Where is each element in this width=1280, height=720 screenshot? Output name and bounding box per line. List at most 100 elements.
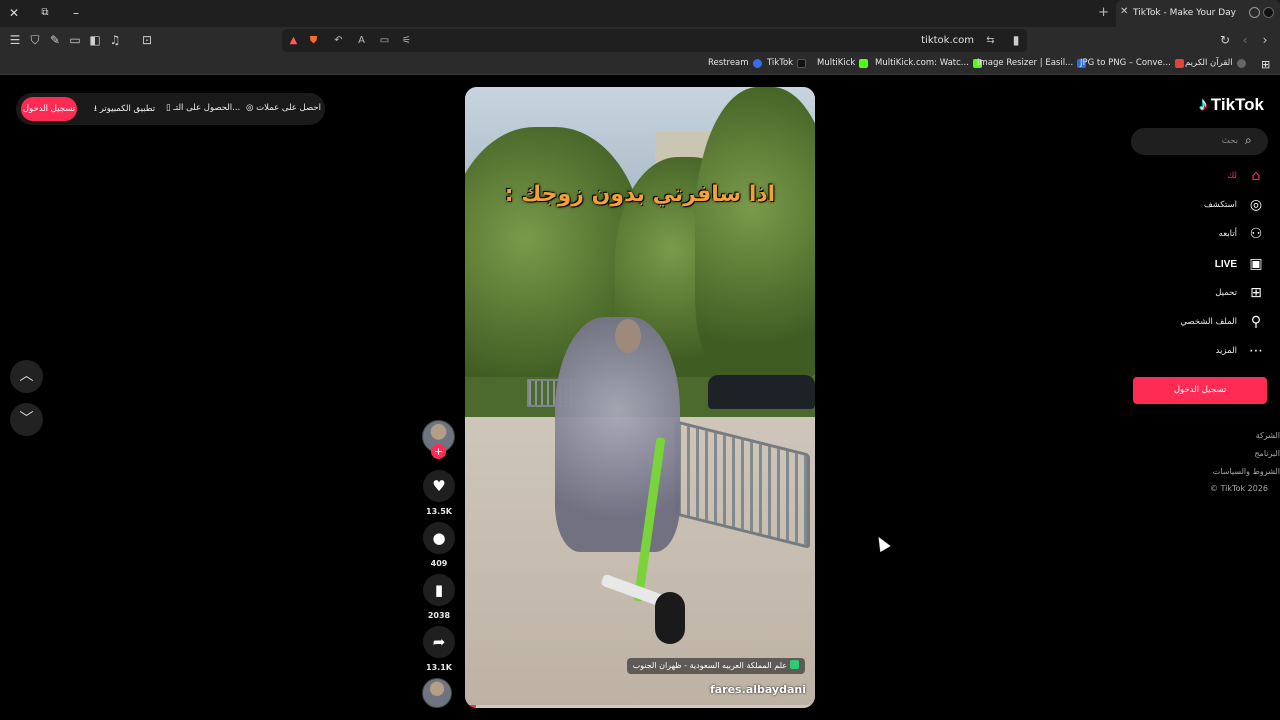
back-icon[interactable]: ‹ [1238, 33, 1252, 47]
location-icon [790, 660, 799, 669]
window-restore-icon[interactable]: ⧉ [35, 4, 55, 22]
tab-close-icon[interactable]: ✕ [1120, 6, 1128, 17]
compass-icon: ◎ [1249, 197, 1263, 213]
jpg-png-icon [1174, 58, 1184, 68]
save-button[interactable]: ▮ [423, 574, 455, 606]
search-placeholder: بحث [1221, 136, 1238, 146]
desktop-app-link[interactable]: ⭳ تطبيق الكمبيوتر [94, 103, 155, 117]
brave-shield-icon[interactable]: ⛊ [307, 34, 320, 47]
video-progress-bar[interactable] [465, 705, 815, 708]
video-scene-face [615, 319, 641, 353]
get-coins-link[interactable]: ◎ احصل على عملات [246, 103, 321, 113]
sidebar-item-following[interactable]: أتابعه ⚇ [1219, 224, 1264, 244]
comment-button[interactable]: ● [423, 522, 455, 554]
like-count: 13.5K [426, 507, 452, 516]
address-bar[interactable]: ▲ ⛊ ↶ A ▭ ⚟ tiktok.com ⇆ [282, 29, 1027, 52]
new-tab-button[interactable]: + [1098, 5, 1109, 20]
heart-icon: ♥ [432, 477, 446, 495]
forward-icon[interactable]: › [1258, 33, 1272, 47]
tiktok-favicon-icon [1263, 7, 1274, 18]
extension-icon[interactable]: ↶ [332, 34, 345, 47]
tab-title: TikTok - Make Your Day [1133, 8, 1237, 18]
tabs-icon[interactable]: ▭ [68, 33, 82, 47]
extensions-icon[interactable]: ✎ [48, 33, 62, 47]
search-input[interactable]: بحث ⌕ [1131, 128, 1268, 155]
coin-icon: ◎ [246, 103, 257, 113]
bookmark-multikick[interactable]: MultiKick [817, 58, 869, 68]
chevron-up-icon: ︿ [19, 368, 34, 384]
sound-disc-avatar[interactable] [422, 678, 452, 708]
get-app-link[interactable]: ▯ الحصول على التـ... [166, 103, 240, 113]
save-count: 2038 [427, 611, 451, 620]
brave-rewards-icon[interactable]: ▲ [287, 34, 300, 47]
browser-toolbar: ☰ ⛉ ✎ ▭ ◧ ♫ ⊡ ▲ ⛊ ↶ A ▭ ⚟ tiktok.com ⇆ ▮… [0, 27, 1280, 54]
sidebar-item-profile[interactable]: الملف الشخصي ⚲ [1180, 312, 1264, 332]
bookmark-icon[interactable]: ▮ [1009, 33, 1023, 47]
bookmark-label: TikTok [767, 58, 794, 68]
bookmark-restream[interactable]: Restream [708, 58, 762, 68]
share-arrow-icon: ➦ [432, 633, 446, 651]
bookmarks-bar: Restream TikTok MultiKick MultiKick.com:… [0, 54, 1280, 75]
shield-icon[interactable]: ⛉ [28, 33, 42, 47]
window-close-icon[interactable]: ✕ [4, 4, 24, 22]
share-button[interactable]: ➦ [423, 626, 455, 658]
sidebar-item-label: استكشف [1203, 200, 1237, 210]
get-coins-label: احصل على عملات [256, 103, 321, 113]
browser-titlebar: ✕ ⧉ – + ✕ TikTok - Make Your Day [0, 0, 1280, 27]
tool-icon[interactable]: ⚟ [400, 34, 413, 47]
sidebar-item-label: LIVE [1214, 258, 1237, 270]
bookmark-image-resizer[interactable]: Image Resizer | Easil... [977, 58, 1087, 68]
bookmark-tiktok[interactable]: TikTok [767, 58, 807, 68]
previous-video-button[interactable]: ︿ [10, 360, 43, 393]
cast-icon[interactable]: ▭ [378, 34, 391, 47]
sidebar-item-explore[interactable]: استكشف ◎ [1204, 195, 1264, 215]
sidebar-item-live[interactable]: LIVE ▣ [1215, 254, 1264, 274]
sidebar-item-more[interactable]: المزيد ⋯ [1216, 341, 1264, 361]
site-settings-icon[interactable]: ⇆ [984, 34, 997, 47]
menu-icon[interactable]: ☰ [8, 33, 22, 47]
globe-icon [1236, 58, 1246, 68]
bookmark-quran[interactable]: القرآن الكريم [1185, 58, 1246, 68]
window-minimize-icon[interactable]: – [66, 4, 86, 22]
browser-tab-tiktok[interactable]: ✕ TikTok - Make Your Day [1116, 0, 1280, 27]
comment-icon: ● [432, 529, 446, 547]
sidebar-item-for-you[interactable]: لك ⌂ [1227, 166, 1264, 186]
bookmark-label: MultiKick.com: Watc... [875, 58, 969, 68]
bookmark-multikick-watch[interactable]: MultiKick.com: Watc... [875, 58, 982, 68]
sidebar-login-button[interactable]: تسجيل الدخول [1133, 377, 1267, 404]
bookmark-label: JPG to PNG – Conve... [1080, 58, 1171, 68]
music-icon[interactable]: ♫ [108, 33, 122, 47]
sidebar-item-label: الملف الشخصي [1180, 317, 1237, 327]
sidebar-item-upload[interactable]: تحميل ⊞ [1215, 283, 1264, 303]
screenshot-icon[interactable]: ⊡ [140, 33, 154, 47]
like-button[interactable]: ♥ [423, 470, 455, 502]
bookmark-jpg-to-png[interactable]: JPG to PNG – Conve... [1080, 58, 1184, 68]
translate-icon[interactable]: A [355, 34, 368, 47]
follow-button[interactable]: + [431, 444, 446, 459]
sidebar-icon[interactable]: ◧ [88, 33, 102, 47]
video-progress-fill [465, 705, 476, 708]
next-video-button[interactable]: ﹀ [10, 403, 43, 436]
location-tag[interactable]: علم المملكة العربيه السعودية - ظهران الج… [626, 658, 805, 674]
video-username[interactable]: fares.albaydani [710, 683, 806, 696]
video-scene-person [555, 317, 680, 552]
tiktok-logo[interactable]: ♪ TikTok [1199, 94, 1264, 115]
upload-plus-icon: ⊞ [1250, 285, 1262, 301]
bookmarks-grid-icon[interactable]: ⊞ [1261, 58, 1270, 71]
tab-audio-icon[interactable] [1249, 7, 1260, 18]
footer-link-program[interactable]: البرنامج [1254, 449, 1280, 458]
bookmark-label: MultiKick [817, 58, 856, 68]
footer-link-terms[interactable]: الشروط والسياسات [1213, 467, 1280, 476]
url-text[interactable]: tiktok.com [921, 35, 974, 46]
search-icon[interactable]: ⌕ [1245, 133, 1259, 147]
sidebar-item-label: لك [1227, 171, 1237, 181]
footer-link-company[interactable]: الشركة [1256, 431, 1280, 440]
home-icon: ⌂ [1251, 168, 1261, 184]
top-actions-bar: تسجيل الدخول ⭳ تطبيق الكمبيوتر ▯ الحصول … [16, 93, 325, 125]
video-player[interactable]: اذا سافرتي بدون زوجك : علم المملكة العرب… [465, 87, 815, 708]
restream-icon [752, 58, 762, 68]
footer-copyright: © TikTok 2026 [1210, 484, 1268, 493]
login-button[interactable]: تسجيل الدخول [21, 97, 77, 121]
chevron-down-icon: ﹀ [19, 411, 34, 427]
reload-icon[interactable]: ↻ [1218, 33, 1232, 47]
